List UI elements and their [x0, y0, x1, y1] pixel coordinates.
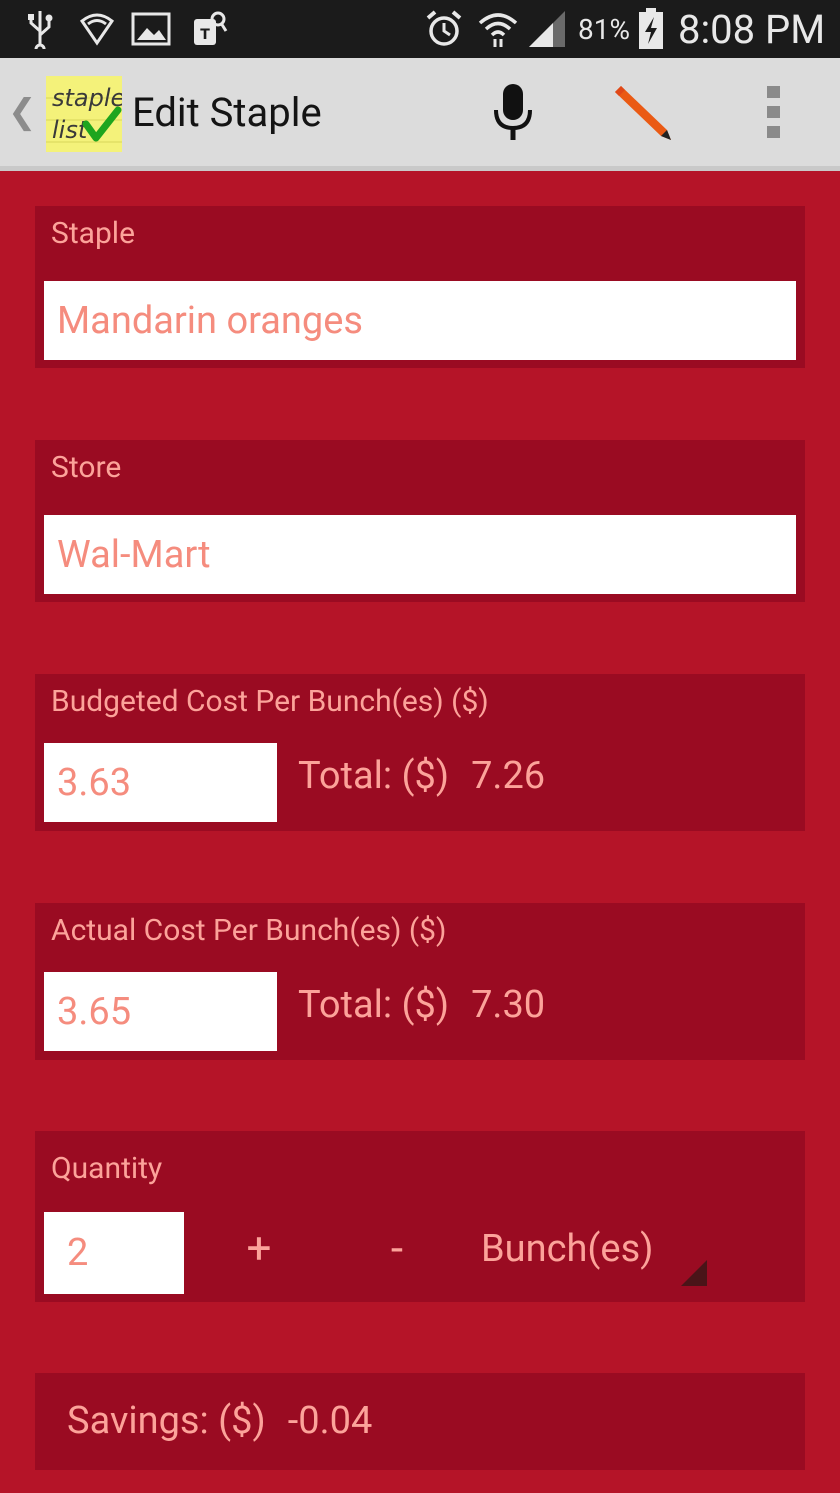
- budgeted-card: Budgeted Cost Per Bunch(es) ($) 3.63 Tot…: [35, 674, 805, 831]
- app-logo[interactable]: staple list: [46, 76, 125, 152]
- unit-spinner[interactable]: Bunch(es): [481, 1210, 707, 1288]
- status-bar: T 81% 8:08 PM: [0, 0, 840, 58]
- svg-text:staple: staple: [52, 84, 122, 112]
- battery-charging-icon: [636, 8, 666, 50]
- budgeted-total-value: 7.26: [471, 754, 546, 798]
- tmobile-icon: T: [188, 8, 228, 50]
- actual-card: Actual Cost Per Bunch(es) ($) 3.65 Total…: [35, 903, 805, 1060]
- actual-label: Actual Cost Per Bunch(es) ($): [51, 913, 447, 948]
- wifi-icon: [476, 8, 520, 50]
- store-card: Store Wal-Mart: [35, 440, 805, 602]
- page-title: Edit Staple: [132, 88, 322, 136]
- budgeted-label: Budgeted Cost Per Bunch(es) ($): [51, 684, 489, 719]
- actual-total-value: 7.30: [471, 983, 546, 1027]
- svg-text:T: T: [200, 27, 210, 43]
- savings-value: -0.04: [287, 1399, 373, 1443]
- usb-icon: [24, 8, 56, 50]
- budgeted-cost-input[interactable]: 3.63: [44, 743, 277, 822]
- store-label: Store: [51, 450, 122, 485]
- microphone-icon[interactable]: [477, 76, 549, 148]
- alarm-icon: [424, 8, 464, 50]
- budgeted-total-label: Total: ($): [298, 754, 450, 798]
- image-icon: [130, 8, 172, 50]
- spinner-corner-icon: [681, 1260, 707, 1286]
- action-bar: ❮ staple list Edit Staple: [0, 58, 840, 171]
- quantity-input[interactable]: 2: [44, 1212, 184, 1294]
- svg-text:list: list: [52, 116, 89, 144]
- battery-percent: 81%: [578, 12, 630, 46]
- minus-button[interactable]: -: [367, 1218, 427, 1278]
- pencil-icon[interactable]: [607, 76, 679, 148]
- unit-spinner-value: Bunch(es): [481, 1227, 654, 1271]
- savings-row: Savings: ($) -0.04: [67, 1373, 372, 1469]
- actual-cost-input[interactable]: 3.65: [44, 972, 277, 1051]
- actual-total: Total: ($) 7.30: [298, 972, 545, 1038]
- shield-icon: [78, 8, 116, 50]
- staple-card: Staple Mandarin oranges: [35, 206, 805, 368]
- staple-label: Staple: [51, 216, 135, 251]
- quantity-card: Quantity 2 + - Bunch(es): [35, 1131, 805, 1302]
- clock: 8:08 PM: [678, 5, 826, 53]
- savings-card: Savings: ($) -0.04: [35, 1373, 805, 1470]
- overflow-menu-icon[interactable]: [738, 76, 810, 148]
- savings-label: Savings: ($): [67, 1399, 266, 1443]
- staple-input[interactable]: Mandarin oranges: [44, 281, 796, 360]
- back-chevron-icon[interactable]: ❮: [8, 92, 37, 132]
- signal-icon: [526, 8, 568, 50]
- budgeted-total: Total: ($) 7.26: [298, 743, 545, 809]
- plus-button[interactable]: +: [229, 1218, 289, 1278]
- quantity-label: Quantity: [51, 1151, 163, 1186]
- actual-total-label: Total: ($): [298, 983, 450, 1027]
- store-input[interactable]: Wal-Mart: [44, 515, 796, 594]
